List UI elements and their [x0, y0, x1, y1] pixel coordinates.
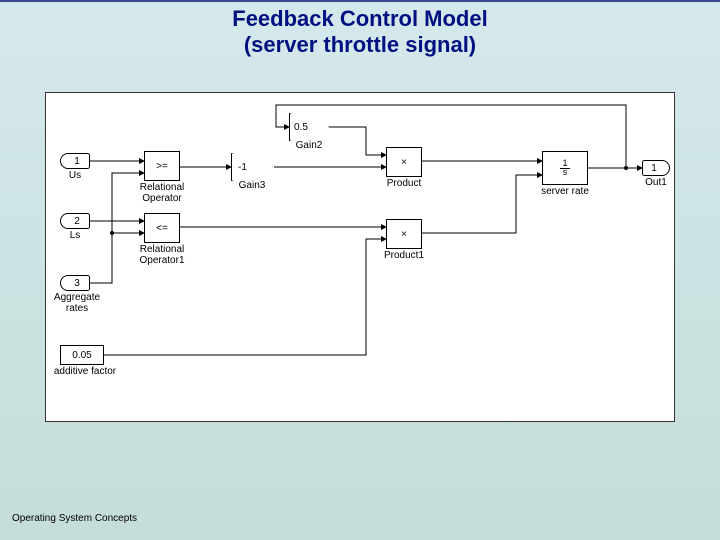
inport-aggregate-num: 3 [74, 278, 80, 289]
constant-additive: 0.05 [60, 345, 104, 365]
inport-aggregate: 3 [60, 275, 90, 291]
inport-us: 1 [60, 153, 90, 169]
title-line-2: (server throttle signal) [244, 32, 476, 57]
inport-us-label: Us [60, 171, 90, 182]
constant-additive-label: additive factor [50, 367, 120, 378]
relop-le-op: <= [156, 223, 168, 234]
gain3-label: Gain3 [231, 181, 273, 192]
inport-ls-label: Ls [60, 231, 90, 242]
relop-ge: >= [144, 151, 180, 181]
relop-ge-op: >= [156, 161, 168, 172]
constant-additive-val: 0.05 [72, 350, 91, 361]
gain2-val: 0.5 [294, 122, 308, 133]
product-block: × [386, 147, 422, 177]
integrator-den: s [561, 167, 570, 177]
integrator-block: 1 s [542, 151, 588, 185]
product-label: Product [376, 179, 432, 190]
product-sym: × [401, 157, 407, 168]
product1-block: × [386, 219, 422, 249]
integrator-label: server rate [532, 187, 598, 198]
inport-aggregate-label: Aggregate rates [52, 293, 102, 314]
relop-le-label: Relational Operator1 [132, 245, 192, 266]
inport-us-num: 1 [74, 156, 80, 167]
product1-sym: × [401, 229, 407, 240]
relop-ge-label: Relational Operator [132, 183, 192, 204]
outport-1-label: Out1 [638, 178, 674, 189]
relop-le: <= [144, 213, 180, 243]
outport-1-num: 1 [651, 163, 657, 174]
inport-ls: 2 [60, 213, 90, 229]
product1-label: Product1 [376, 251, 432, 262]
title-line-1: Feedback Control Model [232, 6, 487, 31]
simulink-diagram: 1 Us 2 Ls 3 Aggregate rates 0.05 additiv… [45, 92, 675, 422]
gain3-val: -1 [238, 162, 247, 173]
gain2-label: Gain2 [289, 141, 329, 152]
integrator-frac: 1 s [560, 159, 569, 177]
slide-footer: Operating System Concepts [12, 513, 137, 524]
inport-ls-num: 2 [74, 216, 80, 227]
outport-1: 1 [642, 160, 670, 176]
slide-title: Feedback Control Model (server throttle … [0, 2, 720, 59]
